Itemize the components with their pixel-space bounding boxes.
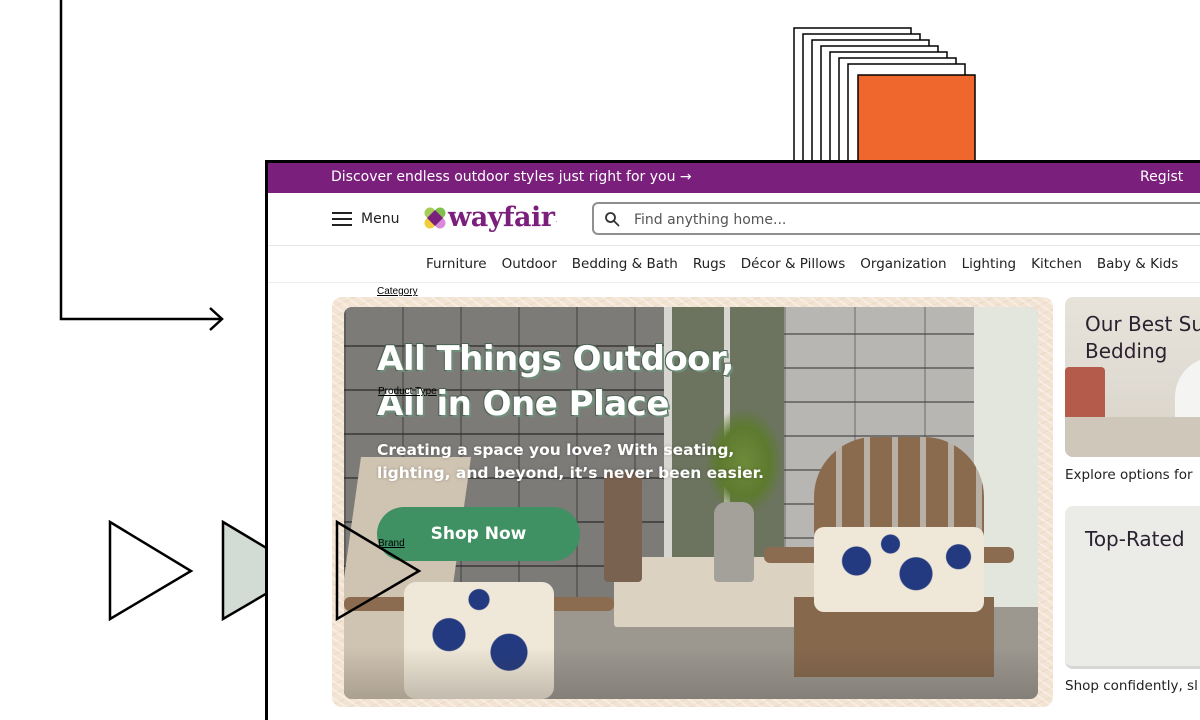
promo-text[interactable]: Discover endless outdoor styles just rig…	[331, 169, 692, 185]
card-caption-top-rated: Shop confidently, sl	[1065, 678, 1198, 694]
card-title-bedding: Our Best Su Bedding	[1085, 311, 1200, 365]
promo-card-bedding[interactable]: Our Best Su Bedding Explore options for	[1065, 297, 1200, 497]
wayfair-logo[interactable]: wayfair ·	[424, 203, 557, 233]
hero-photo: All Things Outdoor, All in One Place Cre…	[344, 307, 1038, 699]
search-input[interactable]	[632, 207, 1196, 233]
elbow-arrow-head	[209, 307, 224, 331]
card-title-line-1: Our Best Su	[1085, 312, 1200, 336]
logo-mark-icon	[424, 207, 446, 229]
annotation-product-type: Product Type	[378, 386, 437, 397]
hero-subtitle: Creating a space you love? With seating,…	[377, 439, 764, 485]
promo-bar[interactable]: Discover endless outdoor styles just rig…	[268, 163, 1200, 193]
promo-card-top-rated[interactable]: Top-Rated Shop confidently, sl	[1065, 506, 1200, 706]
logo-text: wayfair	[448, 202, 555, 233]
nav-item-baby-kids[interactable]: Baby & Kids	[1097, 256, 1178, 272]
search-icon	[605, 212, 620, 227]
nav-item-outdoor[interactable]: Outdoor	[502, 256, 557, 272]
nav-item-bedding-bath[interactable]: Bedding & Bath	[572, 256, 678, 272]
card-image-top-rated: Top-Rated	[1065, 506, 1200, 669]
annotation-brand: Brand	[378, 538, 405, 549]
nav-item-furniture[interactable]: Furniture	[426, 256, 487, 272]
triangle-outline-1	[108, 519, 194, 622]
annotation-category: Category	[377, 286, 418, 297]
card-title-top-rated: Top-Rated	[1085, 527, 1185, 551]
menu-label: Menu	[361, 211, 400, 227]
logo-trademark: ·	[555, 218, 558, 226]
hero-subtitle-line-1: Creating a space you love? With seating,	[377, 441, 735, 459]
card-caption-bedding: Explore options for	[1065, 467, 1193, 483]
nav-item-rugs[interactable]: Rugs	[693, 256, 726, 272]
menu-button[interactable]: Menu	[332, 207, 399, 231]
nav-item-lighting[interactable]: Lighting	[962, 256, 1017, 272]
site-header: Menu wayfair ·	[268, 193, 1200, 246]
nav-items: Furniture Outdoor Bedding & Bath Rugs Décor …	[426, 256, 1193, 272]
nav-item-kitchen[interactable]: Kitchen	[1031, 256, 1082, 272]
nav-item-organization[interactable]: Organization	[860, 256, 946, 272]
category-nav: Furniture Outdoor Bedding & Bath Rugs Décor …	[268, 246, 1200, 283]
nav-item-d-cor-pillows[interactable]: Décor & Pillows	[741, 256, 845, 272]
hero-title: All Things Outdoor, All in One Place	[377, 337, 734, 427]
registry-link[interactable]: Regist	[1140, 169, 1183, 185]
search-bar[interactable]	[592, 202, 1200, 235]
hero-banner[interactable]: All Things Outdoor, All in One Place Cre…	[332, 297, 1053, 707]
elbow-arrow-line	[59, 0, 221, 321]
hero-title-line-1: All Things Outdoor,	[377, 339, 734, 379]
hero-subtitle-line-2: lighting, and beyond, it’s never been ea…	[377, 464, 764, 482]
card-title-line-2: Bedding	[1085, 339, 1168, 363]
shop-now-button[interactable]: Shop Now	[377, 507, 580, 561]
hamburger-icon	[332, 212, 352, 226]
browser-window: Discover endless outdoor styles just rig…	[265, 160, 1200, 720]
card-image-bedding: Our Best Su Bedding	[1065, 297, 1200, 457]
